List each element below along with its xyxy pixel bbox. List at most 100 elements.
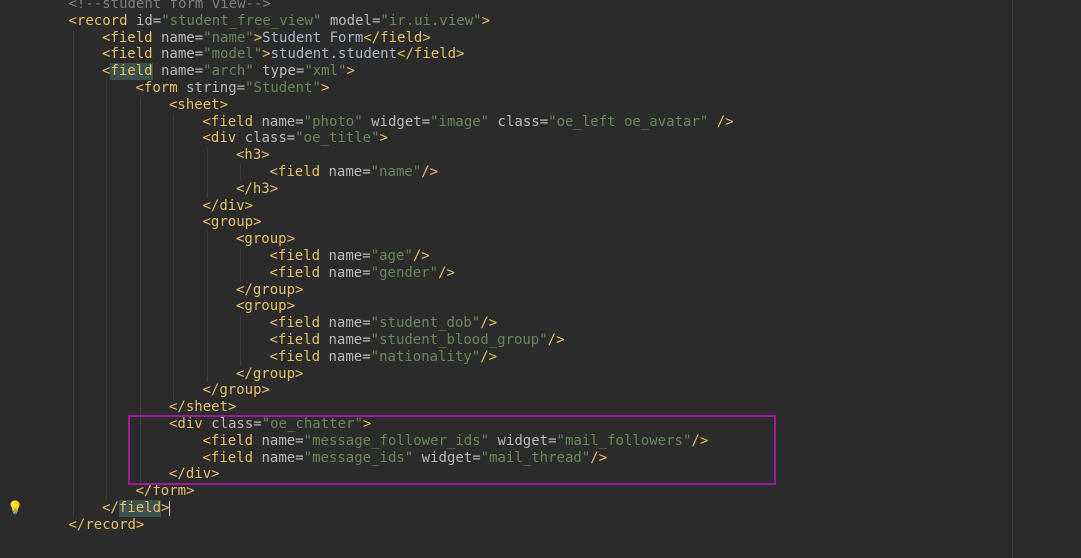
code-token: > <box>320 80 330 96</box>
code-line[interactable]: <field name="nationality"/> <box>270 349 498 366</box>
code-token: type= <box>253 63 305 80</box>
code-line[interactable]: <h3> <box>236 147 270 164</box>
code-token: </div> <box>202 197 254 214</box>
code-line[interactable]: <field name="age"/> <box>270 248 430 265</box>
indent-guide <box>206 231 208 383</box>
code-line[interactable]: <field name="student_blood_group"/> <box>270 332 565 349</box>
code-editor[interactable]: <!--student form view--> <record id="stud… <box>0 0 1081 558</box>
code-token: "student_blood_group" <box>370 332 548 348</box>
chatter-highlight-box <box>128 415 776 485</box>
code-line[interactable]: </record> <box>69 517 145 534</box>
code-token: name= <box>320 332 371 348</box>
code-token: </ <box>102 500 119 516</box>
code-token: /> <box>421 164 439 180</box>
code-token: > <box>481 12 490 29</box>
code-token: <field <box>102 29 153 46</box>
code-token: "photo" <box>303 113 363 130</box>
code-line[interactable]: <group> <box>236 231 295 248</box>
code-token: student.student <box>270 46 398 63</box>
indent-guide <box>240 248 241 282</box>
code-token: <h3> <box>236 147 270 164</box>
code-token: </group> <box>236 365 304 382</box>
code-line[interactable]: </h3> <box>236 181 278 198</box>
code-token: > <box>161 500 170 516</box>
code-token: </group> <box>202 382 270 399</box>
code-token: name= <box>253 113 304 130</box>
code-token: <field <box>269 248 321 264</box>
code-token: string= <box>177 80 246 96</box>
right-margin-guide <box>1012 0 1013 558</box>
code-token: > <box>262 46 271 63</box>
code-token: <group> <box>236 298 296 315</box>
code-line[interactable]: <field name="photo" widget="image" class… <box>203 114 734 131</box>
code-token: "gender" <box>370 264 439 281</box>
code-line[interactable]: <field name="name">Student Form</field> <box>102 30 431 47</box>
code-line[interactable]: <group> <box>203 214 262 231</box>
code-token: "student_free_view" <box>161 12 322 29</box>
code-token: <form <box>135 80 178 96</box>
indent-guide <box>106 80 107 500</box>
code-line[interactable]: <record id="student_free_view" model="ir… <box>69 13 491 30</box>
code-token: /> <box>480 348 498 365</box>
code-token: "image" <box>430 113 490 130</box>
code-line[interactable]: <div class="oe_title"> <box>203 130 388 147</box>
code-token: "student_dob" <box>370 315 481 332</box>
indent-guide <box>72 29 74 517</box>
code-token: <field <box>269 332 321 348</box>
code-token: "name" <box>370 164 422 180</box>
code-line[interactable]: <field name="student_dob"/> <box>270 315 498 332</box>
code-token: "name" <box>203 29 254 46</box>
code-token: < <box>102 63 111 80</box>
code-token: <field <box>269 348 321 365</box>
code-token: /> <box>708 113 734 130</box>
code-token: </record> <box>68 516 145 533</box>
code-token: name= <box>320 264 371 281</box>
code-token: <field <box>269 164 321 180</box>
code-line[interactable]: </group> <box>236 366 303 383</box>
code-token: name= <box>152 29 204 46</box>
code-line[interactable]: <group> <box>236 298 295 315</box>
code-token: <group> <box>236 231 296 248</box>
code-line[interactable]: </form> <box>136 483 195 500</box>
code-token: </field> <box>397 46 465 63</box>
lightbulb-icon[interactable]: 💡 <box>7 501 23 516</box>
code-line[interactable]: <field name="model">student.student</fie… <box>102 46 464 63</box>
code-token: field <box>110 63 153 81</box>
code-line[interactable]: </div> <box>203 198 254 215</box>
code-line[interactable]: </group> <box>203 382 270 399</box>
code-line[interactable]: <field name="gender"/> <box>270 265 455 282</box>
code-token: Student Form <box>262 29 364 46</box>
code-token: </group> <box>236 281 304 298</box>
code-token: </field> <box>363 29 431 46</box>
code-token: <field <box>269 264 321 281</box>
code-token: </form> <box>135 483 195 500</box>
code-token: class= <box>236 130 296 147</box>
code-token: name= <box>320 248 371 264</box>
code-line[interactable]: <sheet> <box>169 97 228 114</box>
code-token: id= <box>127 12 162 29</box>
code-token: /> <box>480 315 498 332</box>
code-token: <sheet> <box>169 96 229 113</box>
code-line[interactable]: </sheet> <box>169 399 236 416</box>
code-line[interactable]: <field name="arch" type="xml"> <box>102 63 355 81</box>
code-token: <field <box>102 46 153 63</box>
code-line[interactable]: <form string="Student"> <box>136 80 330 97</box>
code-token: field <box>118 500 162 517</box>
code-line[interactable]: <field name="name"/> <box>270 164 439 181</box>
code-token: /> <box>547 332 565 348</box>
code-token: > <box>346 63 355 80</box>
code-token: "model" <box>203 46 263 63</box>
code-line[interactable]: </group> <box>236 282 303 299</box>
code-token: /> <box>438 264 455 281</box>
code-token: name= <box>320 348 371 365</box>
code-token: "xml" <box>304 63 347 80</box>
code-token: /> <box>412 248 430 264</box>
code-line[interactable]: </field> <box>102 500 171 517</box>
code-token: <field <box>202 113 254 130</box>
indent-guide <box>240 315 241 366</box>
code-token: "oe_left oe_avatar" <box>548 113 709 130</box>
indent-guide <box>206 147 208 198</box>
code-token: <!--student form view--> <box>68 0 271 12</box>
code-token: "nationality" <box>370 348 481 365</box>
code-line[interactable]: <!--student form view--> <box>69 0 271 13</box>
